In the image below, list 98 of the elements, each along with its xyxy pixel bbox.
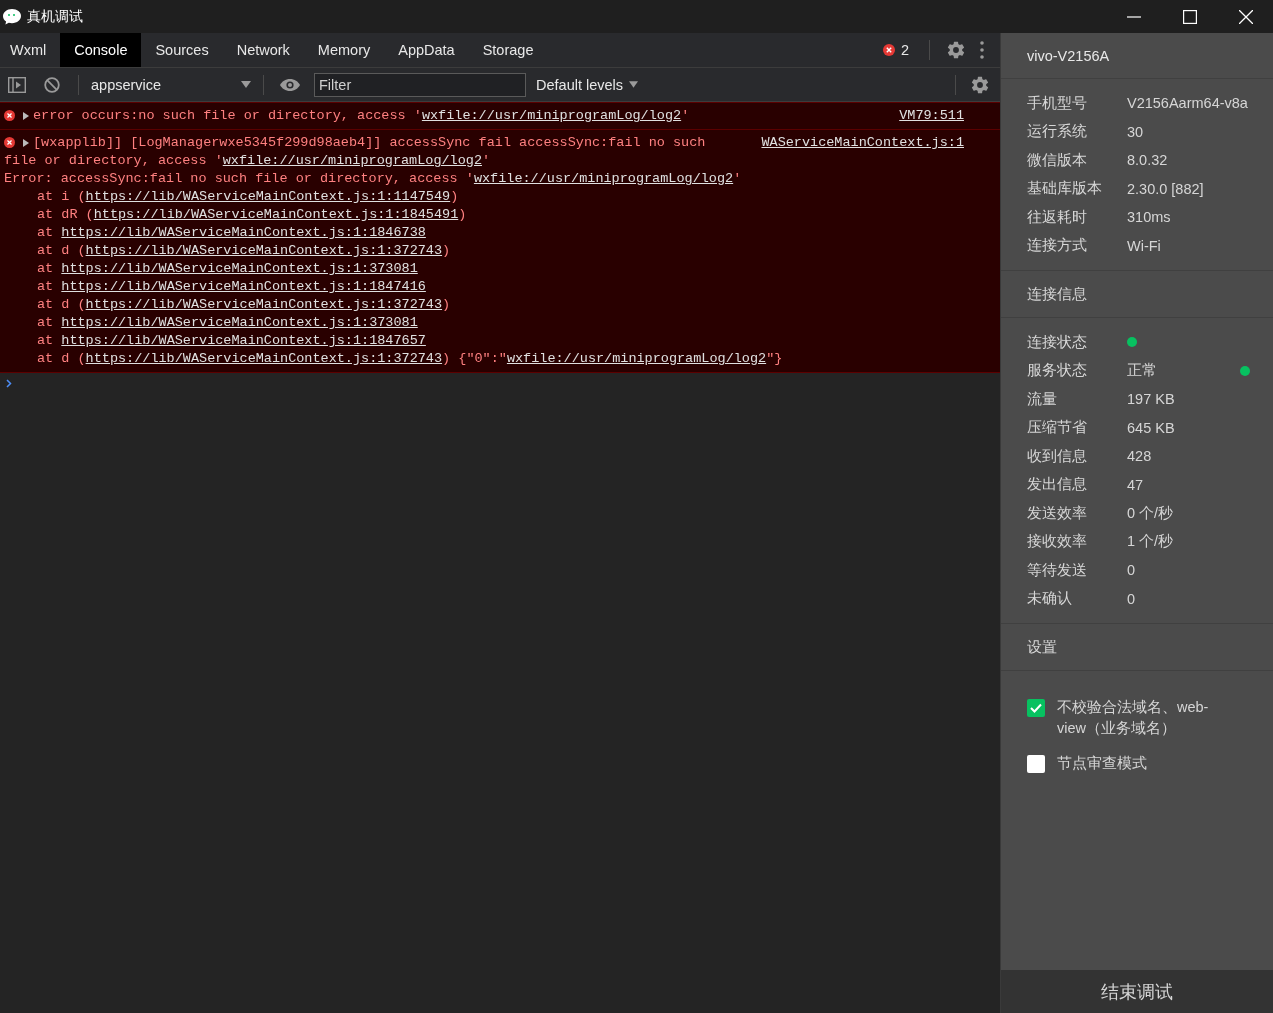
info-label: 运行系统 bbox=[1027, 122, 1088, 142]
devtools-tab[interactable]: Sources bbox=[141, 33, 223, 67]
console-link[interactable]: https://lib/WAServiceMainContext.js:1:1147549 bbox=[85, 189, 451, 204]
devtools-tab[interactable]: Wxml bbox=[0, 33, 61, 67]
console-line: error occurs:no such file or directory, access 'wxfile://usr/miniprogramLog/log2' bbox=[33, 107, 690, 125]
info-label: 流量 bbox=[1027, 389, 1058, 409]
info-label: 发出信息 bbox=[1027, 475, 1088, 495]
console-link[interactable]: https://lib/WAServiceMainContext.js:1:372743 bbox=[85, 297, 443, 312]
console-line: [wxapplib]] [LogManagerwxe5345f299d98aeb4]] accessSync fail accessSync:fail no such bbox=[33, 134, 706, 152]
console-link[interactable]: https://lib/WAServiceMainContext.js:1:1847416 bbox=[61, 279, 426, 294]
info-value: 30 bbox=[1127, 123, 1144, 140]
stack-trace-line: at https://lib/WAServiceMainContext.js:1:1847657 bbox=[37, 332, 426, 350]
devtools-tab[interactable]: Memory bbox=[303, 33, 385, 67]
stack-trace-line: at d (https://lib/WAServiceMainContext.js:1:372743) {"0":"wxfile://usr/miniprogramLog/log2"} bbox=[37, 350, 783, 368]
devtools-tab[interactable]: Console bbox=[60, 33, 142, 67]
source-link[interactable]: VM79:511 bbox=[899, 107, 964, 125]
info-value: Wi-Fi bbox=[1127, 237, 1161, 254]
console-link[interactable]: wxfile://usr/miniprogramLog/log2 bbox=[222, 153, 482, 168]
console-link[interactable]: https://lib/WAServiceMainContext.js:1:1847657 bbox=[61, 333, 426, 348]
info-value: 正常 bbox=[1127, 361, 1157, 381]
devtools-tab[interactable]: Storage bbox=[468, 33, 548, 67]
eye-icon[interactable] bbox=[280, 78, 300, 91]
console-link[interactable]: https://lib/WAServiceMainContext.js:1:372743 bbox=[85, 243, 443, 258]
devtools-tab[interactable]: Network bbox=[222, 33, 304, 67]
stack-trace-line: at https://lib/WAServiceMainContext.js:1:1846738 bbox=[37, 224, 426, 242]
option-label: 不校验合法域名、web-view（业务域名） bbox=[1057, 698, 1210, 738]
info-label: 收到信息 bbox=[1027, 446, 1088, 466]
maximize-icon[interactable] bbox=[1183, 9, 1197, 24]
clear-icon[interactable] bbox=[44, 76, 60, 93]
error-icon bbox=[4, 137, 15, 148]
info-label: 接收效率 bbox=[1027, 532, 1088, 552]
levels-dropdown[interactable]: Default levels bbox=[536, 76, 639, 93]
chat-bubble-icon bbox=[2, 7, 22, 26]
stack-trace-line: at dR (https://lib/WAServiceMainContext.js:1:1845491) bbox=[37, 206, 467, 224]
device-name: vivo-V2156A bbox=[1027, 47, 1110, 64]
window-title: 真机调试 bbox=[27, 7, 83, 26]
expand-triangle-icon[interactable] bbox=[23, 112, 29, 120]
context-dropdown[interactable]: appservice bbox=[87, 76, 255, 93]
info-label: 发送效率 bbox=[1027, 503, 1088, 523]
checkbox[interactable] bbox=[1027, 699, 1045, 717]
info-value: 1 个/秒 bbox=[1127, 532, 1174, 552]
info-label: 手机型号 bbox=[1027, 93, 1088, 113]
info-value: 8.0.32 bbox=[1127, 152, 1168, 169]
console-link[interactable]: https://lib/WAServiceMainContext.js:1:373081 bbox=[61, 315, 418, 330]
source-link[interactable]: WAServiceMainContext.js:1 bbox=[761, 134, 964, 152]
settings-icon[interactable] bbox=[946, 40, 966, 60]
settings-icon[interactable] bbox=[970, 74, 990, 95]
console-line: file or directory, access 'wxfile://usr/miniprogramLog/log2' bbox=[4, 152, 491, 170]
stack-trace-line: at https://lib/WAServiceMainContext.js:1:373081 bbox=[37, 314, 418, 332]
info-value: 428 bbox=[1127, 448, 1152, 465]
info-label: 往返耗时 bbox=[1027, 207, 1088, 227]
stack-trace-line: at d (https://lib/WAServiceMainContext.js:1:372743) bbox=[37, 296, 451, 314]
console-link[interactable]: wxfile://usr/miniprogramLog/log2 bbox=[506, 351, 767, 366]
error-count[interactable]: 2 bbox=[900, 42, 909, 58]
info-value: 0 bbox=[1127, 562, 1136, 579]
console-line: Error: accessSync:fail no such file or directory, access 'wxfile://usr/miniprogramLog/log2' bbox=[4, 170, 742, 188]
info-label: 连接状态 bbox=[1027, 332, 1088, 352]
info-value: 0 个/秒 bbox=[1127, 503, 1174, 523]
error-icon bbox=[882, 44, 895, 56]
info-label: 基础库版本 bbox=[1027, 179, 1103, 199]
console-link[interactable]: https://lib/WAServiceMainContext.js:1:1846738 bbox=[61, 225, 426, 240]
console-link[interactable]: https://lib/WAServiceMainContext.js:1:373081 bbox=[61, 261, 418, 276]
checkbox[interactable] bbox=[1027, 755, 1045, 773]
filter-field[interactable]: Filter bbox=[314, 72, 526, 97]
info-label: 连接方式 bbox=[1027, 236, 1088, 256]
console-link[interactable]: https://lib/WAServiceMainContext.js:1:372743 bbox=[85, 351, 443, 366]
console-link[interactable]: wxfile://usr/miniprogramLog/log2 bbox=[421, 108, 682, 123]
devtools-tab[interactable]: AppData bbox=[384, 33, 469, 67]
close-icon[interactable] bbox=[1239, 9, 1253, 24]
sidebar-toggle-icon[interactable] bbox=[8, 76, 26, 93]
prompt-chevron-icon bbox=[6, 379, 12, 388]
info-value: 2.30.0 [882] bbox=[1127, 180, 1204, 197]
info-label: 未确认 bbox=[1027, 589, 1073, 609]
more-icon[interactable] bbox=[980, 41, 984, 59]
info-label: 等待发送 bbox=[1027, 560, 1088, 580]
info-label: 微信版本 bbox=[1027, 150, 1088, 170]
info-value: 0 bbox=[1127, 590, 1136, 607]
stack-trace-line: at https://lib/WAServiceMainContext.js:1:1847416 bbox=[37, 278, 426, 296]
info-value: 310ms bbox=[1127, 209, 1171, 226]
end-debug-button[interactable]: 结束调试 bbox=[1001, 970, 1273, 1013]
section-title: 设置 bbox=[1027, 637, 1057, 657]
expand-triangle-icon[interactable] bbox=[23, 139, 29, 147]
error-icon bbox=[4, 110, 15, 121]
option-label: 节点审查模式 bbox=[1057, 754, 1147, 773]
stack-trace-line: at d (https://lib/WAServiceMainContext.js:1:372743) bbox=[37, 242, 451, 260]
info-label: 压缩节省 bbox=[1027, 418, 1088, 438]
caret-icon bbox=[629, 81, 639, 88]
stack-trace-line: at https://lib/WAServiceMainContext.js:1:373081 bbox=[37, 260, 418, 278]
section-title: 连接信息 bbox=[1027, 284, 1087, 304]
console-link[interactable]: wxfile://usr/miniprogramLog/log2 bbox=[473, 171, 734, 186]
info-value: 47 bbox=[1127, 476, 1144, 493]
info-label: 服务状态 bbox=[1027, 361, 1088, 381]
stack-trace-line: at i (https://lib/WAServiceMainContext.js:1:1147549) bbox=[37, 188, 459, 206]
console-link[interactable]: https://lib/WAServiceMainContext.js:1:1845491 bbox=[93, 207, 459, 222]
info-value: V2156Aarm64-v8a bbox=[1127, 95, 1248, 112]
caret-icon bbox=[241, 81, 251, 88]
info-value: 645 KB bbox=[1127, 419, 1175, 436]
info-value: 197 KB bbox=[1127, 391, 1175, 408]
